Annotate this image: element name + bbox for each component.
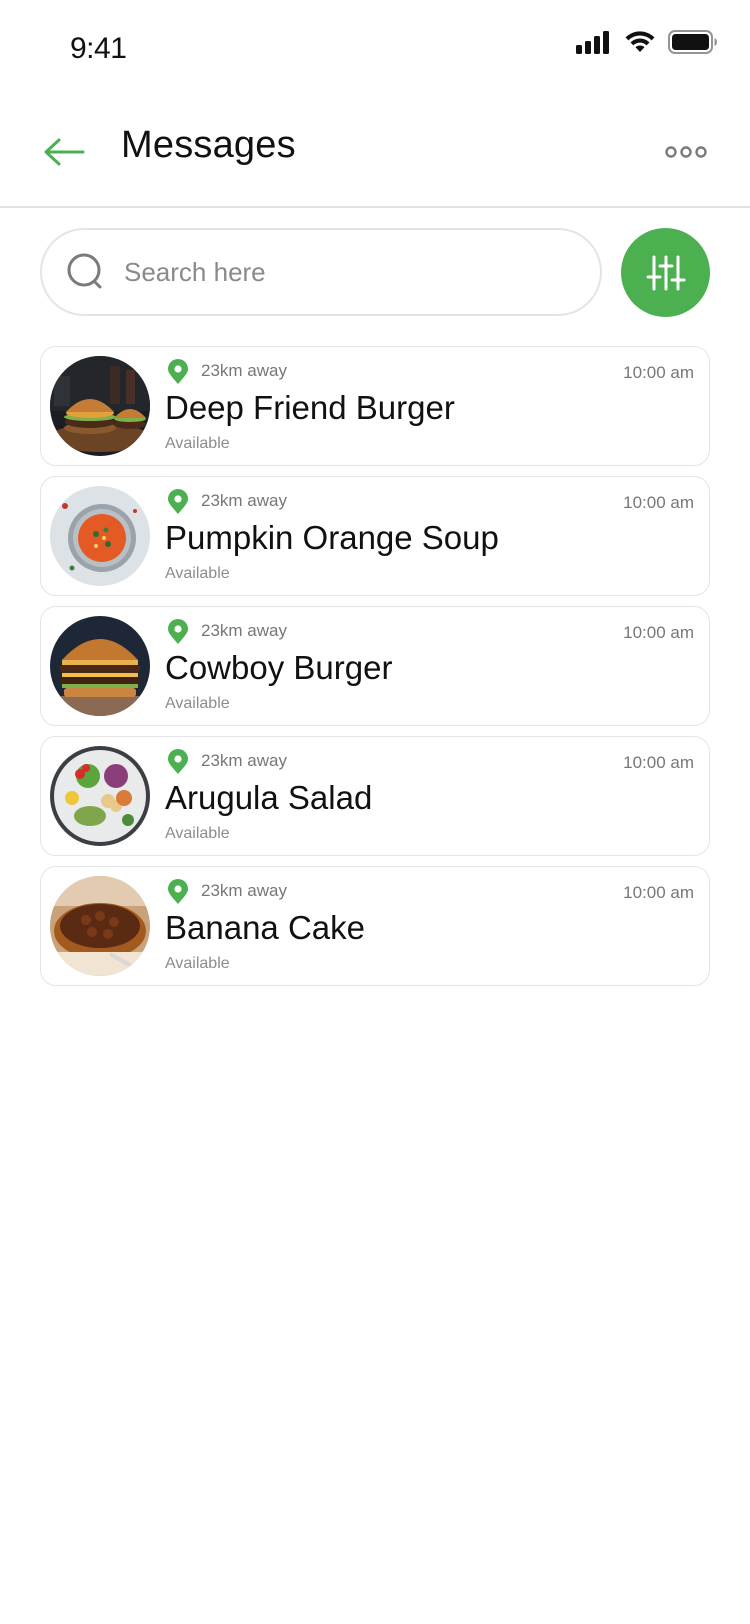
status-icons — [576, 30, 718, 54]
food-avatar — [50, 486, 150, 586]
time-label: 10:00 am — [623, 493, 694, 512]
status-bar: 9:41 — [0, 0, 750, 100]
item-name: Cowboy Burger — [165, 649, 393, 686]
list-item[interactable]: 23km away 10:00 am Cowboy Burger Availab… — [40, 606, 710, 726]
location-pin-icon — [168, 359, 188, 384]
item-name: Deep Friend Burger — [165, 389, 455, 426]
availability-status: Available — [165, 695, 230, 712]
time-label: 10:00 am — [623, 623, 694, 642]
filter-button[interactable] — [621, 228, 710, 317]
distance-label: 23km away — [201, 881, 287, 900]
item-name: Banana Cake — [165, 909, 365, 946]
location-pin-icon — [168, 489, 188, 514]
search-input[interactable] — [124, 250, 574, 294]
location-pin-icon — [168, 749, 188, 774]
list-item[interactable]: 23km away 10:00 am Banana Cake Available — [40, 866, 710, 986]
sliders-icon — [646, 255, 685, 290]
availability-status: Available — [165, 435, 230, 452]
search-bar[interactable] — [40, 228, 602, 316]
distance-label: 23km away — [201, 751, 287, 770]
item-name: Arugula Salad — [165, 779, 373, 816]
burger-photo — [50, 616, 150, 716]
soup-photo — [50, 486, 150, 586]
status-time: 9:41 — [70, 32, 127, 65]
distance-label: 23km away — [201, 491, 287, 510]
message-list: 23km away 10:00 am Deep Friend Burger Av… — [40, 346, 710, 996]
list-item[interactable]: 23km away 10:00 am Pumpkin Orange Soup A… — [40, 476, 710, 596]
location-pin-icon — [168, 619, 188, 644]
wifi-icon — [624, 30, 656, 54]
more-options-button[interactable] — [660, 134, 712, 170]
search-icon — [67, 253, 102, 289]
salad-photo — [50, 746, 150, 846]
availability-status: Available — [165, 955, 230, 972]
distance-label: 23km away — [201, 621, 287, 640]
burger-photo — [50, 356, 150, 456]
page-title: Messages — [121, 124, 296, 166]
cellular-signal-icon — [576, 30, 612, 54]
cake-photo — [50, 876, 150, 976]
app-header: Messages — [0, 100, 750, 208]
food-avatar — [50, 616, 150, 716]
time-label: 10:00 am — [623, 363, 694, 382]
more-horizontal-icon — [665, 146, 707, 158]
location-pin-icon — [168, 879, 188, 904]
battery-icon — [668, 30, 718, 54]
food-avatar — [50, 876, 150, 976]
food-avatar — [50, 356, 150, 456]
messages-screen: 9:41 Messages Search here 23km away 10:0… — [0, 0, 750, 1624]
food-avatar — [50, 746, 150, 846]
item-name: Pumpkin Orange Soup — [165, 519, 499, 556]
time-label: 10:00 am — [623, 753, 694, 772]
distance-label: 23km away — [201, 361, 287, 380]
list-item[interactable]: 23km away 10:00 am Arugula Salad Availab… — [40, 736, 710, 856]
time-label: 10:00 am — [623, 883, 694, 902]
availability-status: Available — [165, 825, 230, 842]
availability-status: Available — [165, 565, 230, 582]
list-item[interactable]: 23km away 10:00 am Deep Friend Burger Av… — [40, 346, 710, 466]
back-button[interactable] — [40, 128, 88, 176]
arrow-left-icon — [44, 138, 85, 166]
